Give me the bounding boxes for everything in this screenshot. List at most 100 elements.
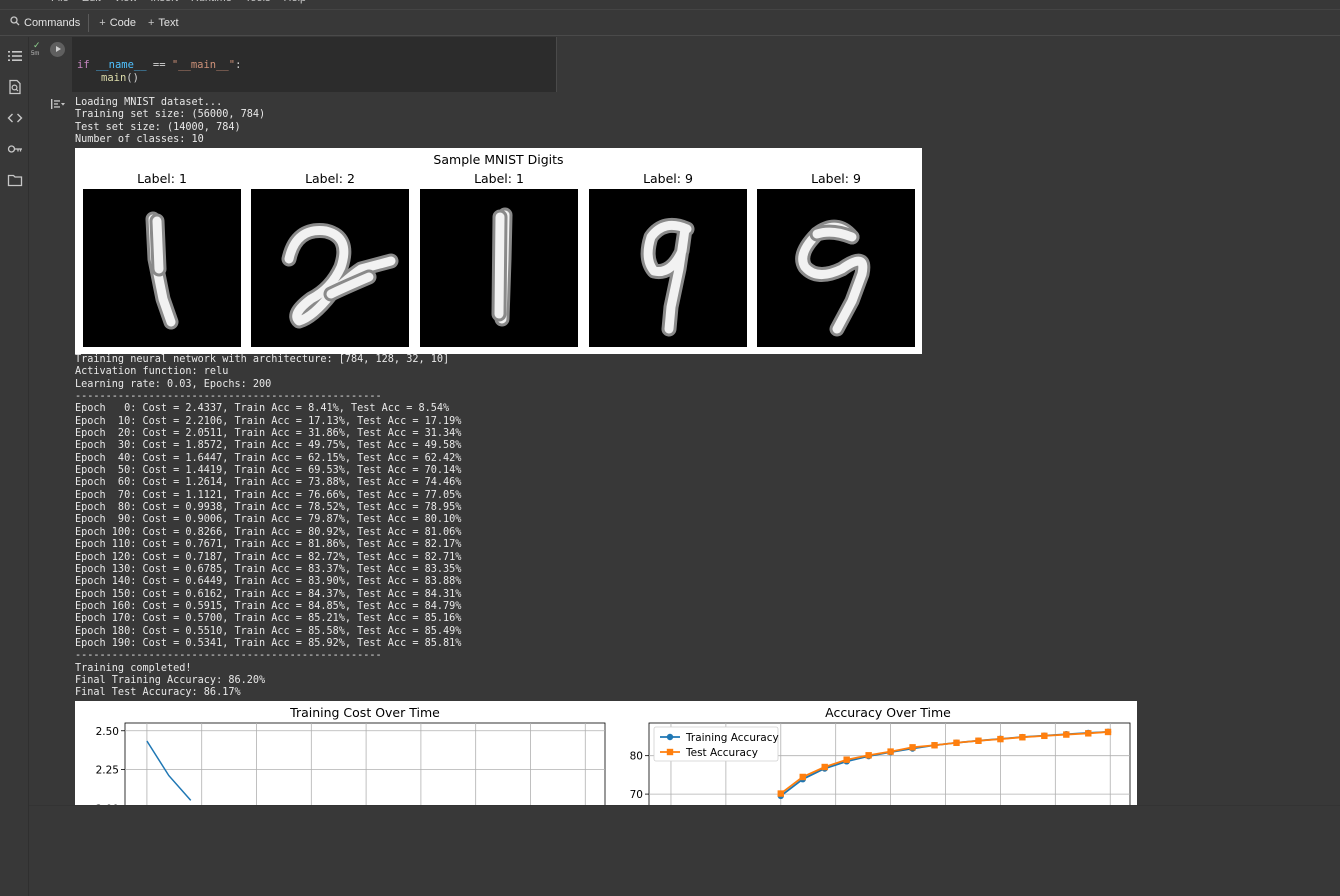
- files-folder-icon[interactable]: [7, 172, 23, 188]
- epoch-log-line: Epoch 170: Cost = 0.5700, Train Acc = 85…: [75, 613, 462, 625]
- code-line-2: main(): [101, 72, 139, 84]
- digit-stroke: [152, 216, 164, 274]
- data-point-test-accuracy: [1063, 731, 1070, 738]
- data-point-test-accuracy: [1019, 734, 1026, 741]
- left-rail: [0, 37, 29, 896]
- menu-item-runtime[interactable]: Runtime: [191, 0, 232, 6]
- output-line: Training neural network with architectur…: [75, 354, 450, 365]
- digit-label: Label: 1: [474, 171, 524, 186]
- mnist-digits-figure: Sample MNIST Digits Label: 1 Label: 2 Labe…: [75, 148, 922, 354]
- add-code-button[interactable]: + Code: [93, 9, 142, 36]
- add-text-button[interactable]: + Text: [142, 9, 185, 36]
- chart-axes-frame: [124, 722, 606, 805]
- digit-strokes: [640, 217, 695, 337]
- commands-button[interactable]: Commands: [0, 9, 86, 36]
- plus-icon: +: [147, 16, 155, 29]
- charts-svg: Training Cost Over Time2.502.252.00Accur…: [96, 705, 1131, 805]
- epoch-log-line: Epoch 50: Cost = 1.4419, Train Acc = 69.…: [75, 465, 462, 477]
- epoch-log-line: Epoch 90: Cost = 0.9006, Train Acc = 79.…: [75, 514, 462, 526]
- data-point-test-accuracy: [887, 748, 894, 755]
- series-line-test-accuracy: [780, 731, 1109, 795]
- digit-stroke: [494, 212, 505, 319]
- notebook-empty-area: [29, 805, 1340, 896]
- legend-label: Test Accuracy: [685, 747, 758, 759]
- find-icon[interactable]: [7, 79, 23, 95]
- output-line: Test set size: (14000, 784): [75, 121, 241, 133]
- epoch-log-line: Epoch 60: Cost = 1.2614, Train Acc = 73.…: [75, 477, 462, 489]
- legend-marker-circle: [666, 733, 674, 741]
- code-snippets-icon[interactable]: [7, 110, 23, 126]
- data-point-test-accuracy: [777, 790, 784, 797]
- menu-item-insert[interactable]: Insert: [150, 0, 178, 6]
- data-point-test-accuracy: [975, 737, 982, 744]
- series-line-training-cost: [146, 740, 192, 801]
- toolbar: Commands + Code + Text: [0, 9, 1340, 36]
- output-line: Loading MNIST dataset...: [75, 97, 223, 108]
- data-point-test-accuracy: [953, 739, 960, 746]
- digit-strokes: [795, 219, 871, 337]
- epoch-log-line: Epoch 0: Cost = 2.4337, Train Acc = 8.41…: [75, 403, 450, 415]
- mnist-digit-image: [420, 189, 578, 347]
- output-line: Final Training Accuracy: 86.20%: [75, 674, 266, 686]
- data-point-test-accuracy: [909, 744, 916, 751]
- output-actions-icon[interactable]: [50, 97, 66, 109]
- output-line: Final Test Accuracy: 86.17%: [75, 687, 241, 699]
- menu-bar: File Edit View Insert Runtime Tools Help: [0, 0, 1340, 6]
- output-training-text: Training neural network with architectur…: [75, 354, 461, 700]
- epoch-log-line: Epoch 140: Cost = 0.6449, Train Acc = 83…: [75, 576, 462, 588]
- toolbar-divider: [88, 13, 90, 32]
- data-point-test-accuracy: [843, 756, 850, 763]
- epoch-log-line: Epoch 110: Cost = 0.7671, Train Acc = 81…: [75, 539, 462, 551]
- code-colon: :: [235, 59, 242, 71]
- training-charts-figure: Training Cost Over Time2.502.252.00Accur…: [75, 701, 1137, 805]
- code-line-1: if __name__ == "__main__":: [77, 59, 241, 71]
- chart-title: Accuracy Over Time: [825, 705, 951, 720]
- menu-item-view[interactable]: View: [114, 0, 138, 6]
- menu-item-tools[interactable]: Tools: [245, 0, 271, 6]
- plus-icon: +: [99, 16, 106, 29]
- secrets-key-icon[interactable]: [7, 141, 23, 157]
- epoch-log-line: Epoch 190: Cost = 0.5341, Train Acc = 85…: [75, 637, 462, 649]
- data-point-test-accuracy: [865, 752, 872, 759]
- code-dunder: __name__: [95, 59, 147, 71]
- epoch-log-line: Epoch 100: Cost = 0.8266, Train Acc = 80…: [75, 526, 462, 538]
- exec-success-icon: ✓: [33, 40, 41, 50]
- colab-notebook: File Edit View Insert Runtime Tools Help Comma…: [0, 0, 1340, 896]
- digit-strokes: [491, 207, 513, 327]
- data-point-test-accuracy: [1041, 732, 1048, 740]
- epoch-log-line: Epoch 80: Cost = 0.9938, Train Acc = 78.…: [75, 502, 462, 514]
- legend-marker-square: [666, 748, 674, 756]
- y-tick-label: 2.25: [96, 765, 119, 777]
- digit-label: Label: 1: [137, 171, 187, 186]
- digit-strokes: [145, 211, 179, 330]
- data-point-test-accuracy: [799, 773, 806, 781]
- run-cell-button[interactable]: [50, 42, 65, 57]
- commands-label: Commands: [24, 16, 81, 29]
- menu-item-edit[interactable]: Edit: [82, 0, 101, 6]
- mnist-digit-image: [83, 189, 241, 347]
- output-line: Training completed!: [75, 662, 192, 674]
- epoch-log-line: Epoch 150: Cost = 0.6162, Train Acc = 84…: [75, 588, 462, 600]
- data-point-test-accuracy: [931, 742, 938, 749]
- epoch-log-line: Epoch 20: Cost = 2.0511, Train Acc = 31.…: [75, 428, 462, 440]
- code-keyword: if: [77, 59, 90, 71]
- epoch-log-line: Epoch 180: Cost = 0.5510, Train Acc = 85…: [75, 625, 462, 637]
- y-tick-label: 80: [630, 751, 643, 763]
- digit-label: Label: 2: [305, 171, 355, 186]
- mnist-digit-image: [757, 189, 915, 347]
- table-of-contents-icon[interactable]: [7, 48, 23, 64]
- epoch-log-line: Epoch 30: Cost = 1.8572, Train Acc = 49.…: [75, 440, 462, 452]
- chart-title: Training Cost Over Time: [289, 705, 440, 720]
- epoch-log-line: Epoch 130: Cost = 0.6785, Train Acc = 83…: [75, 563, 462, 575]
- menu-item-help[interactable]: Help: [284, 0, 307, 6]
- menu-item-file[interactable]: File: [51, 0, 69, 6]
- figure-title: Sample MNIST Digits: [433, 152, 564, 167]
- epoch-log-line: Epoch 120: Cost = 0.7187, Train Acc = 82…: [75, 551, 462, 563]
- search-icon: [10, 16, 20, 29]
- code-cell-editor[interactable]: if __name__ == "__main__": main(): [72, 37, 557, 92]
- digit-stroke: [812, 227, 857, 242]
- epoch-log-line: Epoch 10: Cost = 2.2106, Train Acc = 17.…: [75, 415, 462, 427]
- output-line: Activation function: relu: [75, 366, 229, 378]
- legend-label: Training Accuracy: [685, 732, 779, 744]
- y-tick-label: 70: [630, 789, 643, 801]
